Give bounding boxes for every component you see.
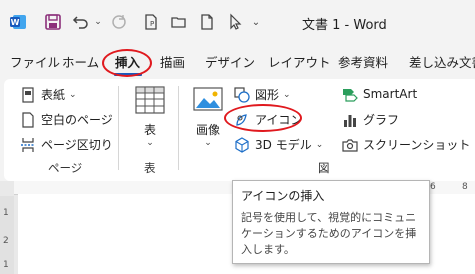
ruler-number: 8 — [462, 182, 468, 192]
ruler-number: 1 — [3, 260, 9, 270]
screenshot-label: スクリーンショット — [363, 138, 471, 152]
tooltip-title: アイコンの挿入 — [241, 189, 325, 203]
group-separator — [118, 86, 119, 170]
chart-button[interactable]: グラフ — [342, 111, 399, 128]
new-document-icon[interactable] — [196, 11, 218, 33]
file-icon[interactable]: P — [140, 11, 162, 33]
ruler-number: 6 — [430, 182, 436, 192]
table-group-label: 表 — [144, 161, 156, 175]
chevron-down-icon: ⌄ — [283, 89, 291, 100]
smartart-label: SmartArt — [363, 87, 418, 101]
annotation-circle-icons — [224, 104, 302, 132]
redo-icon[interactable] — [108, 11, 130, 33]
chevron-down-icon: ⌄ — [146, 138, 154, 148]
open-folder-icon[interactable] — [168, 11, 190, 33]
page-break-icon — [20, 137, 36, 153]
bar-chart-icon — [342, 112, 358, 128]
svg-text:W: W — [11, 18, 20, 27]
picture-icon — [191, 86, 225, 117]
window-title: 文書 1 - Word — [302, 18, 387, 33]
tab-references[interactable]: 参考資料 — [338, 52, 388, 71]
3d-models-label: 3D モデル — [255, 138, 312, 152]
customize-toolbar-icon[interactable]: ⌄ — [250, 11, 262, 33]
group-separator — [178, 86, 179, 170]
cube-3d-icon — [234, 136, 250, 153]
blank-page-label: 空白のページ — [41, 113, 113, 127]
tab-file[interactable]: ファイル — [10, 52, 60, 71]
tooltip-body: 記号を使用して、視覚的にコミュニケーションするためのアイコンを挿入します。 — [241, 211, 417, 256]
pages-group-label: ページ — [48, 161, 83, 175]
chevron-down-icon: ⌄ — [69, 89, 77, 100]
page-break-button[interactable]: ページ区切り — [20, 136, 113, 153]
3d-models-button[interactable]: 3D モデル ⌄ — [234, 136, 323, 153]
screenshot-button[interactable]: スクリーンショット ⌄ — [342, 136, 475, 153]
cover-page-icon — [20, 86, 36, 103]
table-button-label: 表 — [143, 123, 156, 137]
camera-icon — [342, 137, 358, 153]
tab-mailings[interactable]: 差し込み文書 — [409, 52, 475, 71]
annotation-circle-tab — [102, 49, 152, 77]
illustrations-group-label: 図 — [318, 161, 330, 175]
select-pointer-icon[interactable] — [224, 11, 246, 33]
smartart-button[interactable]: SmartArt — [342, 86, 417, 102]
images-button-label: 画像 — [195, 123, 220, 137]
smartart-icon — [342, 86, 358, 102]
tab-draw[interactable]: 描画 — [160, 52, 185, 71]
page-break-label: ページ区切り — [41, 138, 113, 152]
shapes-icon — [234, 86, 250, 103]
word-logo-icon: W — [8, 11, 28, 33]
tab-layout[interactable]: レイアウト — [268, 52, 331, 71]
table-icon — [134, 86, 166, 117]
ribbon-tabs: ファイル ホーム 挿入 描画 デザイン レイアウト 参考資料 差し込み文書 — [0, 48, 475, 76]
ruler-number: 1 — [3, 208, 9, 218]
table-button[interactable]: 表 ⌄ — [134, 86, 166, 148]
chart-label: グラフ — [363, 113, 400, 127]
vertical-ruler: 1 2 1 — [0, 196, 14, 274]
tab-design[interactable]: デザイン — [205, 52, 255, 71]
cover-page-button[interactable]: 表紙 ⌄ — [20, 86, 77, 103]
blank-page-button[interactable]: 空白のページ — [20, 111, 113, 128]
cover-page-label: 表紙 — [41, 88, 66, 102]
ruler-number: 2 — [3, 236, 9, 246]
blank-page-icon — [20, 111, 36, 128]
icons-tooltip: アイコンの挿入 記号を使用して、視覚的にコミュニケーションするためのアイコンを挿… — [232, 180, 430, 264]
save-icon[interactable] — [42, 11, 64, 33]
chevron-down-icon: ⌄ — [204, 138, 212, 148]
undo-icon[interactable] — [70, 11, 92, 33]
chevron-down-icon: ⌄ — [315, 139, 324, 150]
title-bar: W ⌄ P ⌄ 文書 1 - Word — [0, 0, 475, 44]
svg-text:P: P — [150, 20, 154, 28]
shapes-button[interactable]: 図形 ⌄ — [234, 86, 291, 103]
images-button[interactable]: 画像 ⌄ — [191, 86, 225, 148]
undo-dropdown-icon[interactable]: ⌄ — [92, 11, 104, 33]
tab-home[interactable]: ホーム — [62, 52, 99, 71]
shapes-label: 図形 — [255, 88, 280, 102]
